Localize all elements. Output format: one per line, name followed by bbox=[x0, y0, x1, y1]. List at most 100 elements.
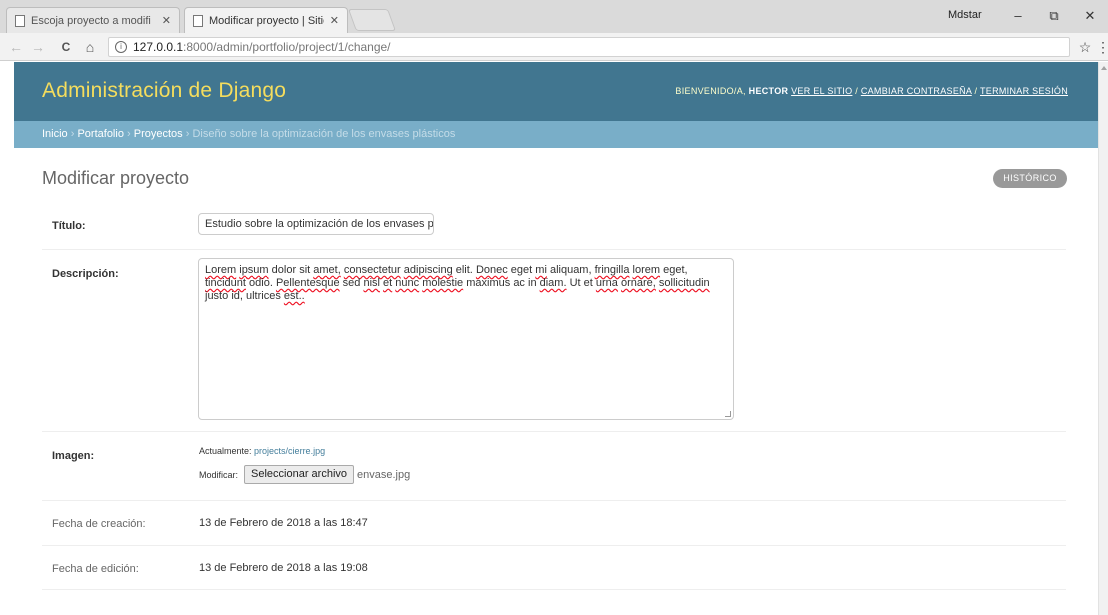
description-word: eget bbox=[510, 264, 533, 276]
description-word: aliquam, bbox=[549, 264, 592, 276]
description-word: ipsum bbox=[239, 264, 269, 276]
browser-tab-change-project[interactable]: Modificar proyecto | Sitio ✕ bbox=[184, 7, 348, 33]
close-window-button[interactable]: ✕ bbox=[1072, 5, 1108, 27]
image-change: Modificar: Seleccionar archivo envase.jp… bbox=[199, 465, 410, 484]
description-word: odio. bbox=[249, 277, 273, 289]
description-word: diam. bbox=[539, 277, 567, 289]
page-icon bbox=[193, 14, 203, 27]
image-change-label: Modificar: bbox=[199, 469, 239, 480]
history-button[interactable]: HISTÓRICO bbox=[993, 169, 1067, 188]
site-branding[interactable]: Administración de Django bbox=[42, 79, 286, 103]
change-password-link[interactable]: Cambiar contraseña bbox=[861, 86, 972, 96]
close-tab-icon[interactable]: ✕ bbox=[162, 14, 171, 27]
image-label: Imagen: bbox=[52, 450, 95, 462]
new-tab-button[interactable] bbox=[347, 9, 397, 31]
description-word: tincidunt bbox=[205, 277, 246, 289]
description-word: nisl bbox=[363, 277, 380, 289]
description-word: sed bbox=[342, 277, 361, 289]
info-icon[interactable]: i bbox=[115, 41, 127, 53]
view-site-link[interactable]: Ver el sitio bbox=[791, 86, 852, 96]
breadcrumb-home[interactable]: Inicio bbox=[42, 128, 68, 140]
breadcrumb-current: Diseño sobre la optimización de los enva… bbox=[192, 128, 456, 140]
url-path: :8000/admin/portfolio/project/1/change/ bbox=[183, 40, 391, 54]
browser-profile-name[interactable]: Mdstar bbox=[948, 9, 982, 21]
page-title: Modificar proyecto bbox=[42, 168, 190, 188]
scroll-up-icon[interactable] bbox=[1101, 64, 1107, 70]
description-word: lorem bbox=[632, 264, 661, 276]
title-input[interactable]: Estudio sobre la optimización de los env… bbox=[198, 213, 434, 235]
reload-button[interactable]: C bbox=[56, 37, 76, 57]
description-word: et bbox=[583, 277, 593, 289]
description-word: Pellentesque bbox=[275, 277, 340, 289]
description-word: ultrices bbox=[246, 290, 281, 302]
image-current-link[interactable]: projects/cierre.jpg bbox=[254, 446, 325, 456]
close-tab-icon[interactable]: ✕ bbox=[330, 14, 339, 27]
updated-value: 13 de Febrero de 2018 a las 19:08 bbox=[199, 562, 368, 574]
tab-label: Escoja proyecto a modifi bbox=[31, 14, 151, 27]
minimize-button[interactable]: – bbox=[1000, 5, 1036, 27]
resize-handle-icon[interactable] bbox=[725, 411, 731, 417]
bookmark-star-icon[interactable]: ☆ bbox=[1076, 37, 1094, 57]
description-label: Descripción: bbox=[52, 268, 119, 280]
username: HECTOR bbox=[748, 86, 789, 96]
breadcrumb: Inicio › Portafolio › Proyectos › Diseño… bbox=[14, 121, 1098, 148]
description-textarea[interactable]: Lorem ipsum dolor sit amet, consectetur … bbox=[198, 258, 734, 420]
description-word: ornare, bbox=[621, 277, 656, 289]
admin-header: Administración de Django Bienvenido/a, H… bbox=[14, 62, 1098, 121]
description-word: dolor bbox=[271, 264, 297, 276]
description-word: ac bbox=[513, 277, 525, 289]
back-button[interactable]: ← bbox=[6, 37, 26, 57]
tab-label: Modificar proyecto | Sitio bbox=[209, 14, 324, 27]
address-bar[interactable]: i 127.0.0.1 :8000/admin/portfolio/projec… bbox=[108, 37, 1070, 57]
breadcrumb-separator: › bbox=[123, 128, 134, 140]
logout-link[interactable]: Terminar sesión bbox=[980, 86, 1068, 96]
description-word: maximus bbox=[466, 277, 511, 289]
form-row-description: Descripción: Lorem ipsum dolor sit amet,… bbox=[42, 250, 1066, 432]
separator: / bbox=[971, 86, 980, 96]
browser-menu-icon[interactable]: ⋮ bbox=[1096, 37, 1108, 57]
description-word: justo bbox=[205, 290, 229, 302]
maximize-button[interactable]: ⧉ bbox=[1036, 5, 1072, 27]
title-label: Título: bbox=[52, 220, 86, 232]
page-scrollbar[interactable] bbox=[1098, 62, 1108, 615]
form-row-updated: Fecha de edición: 13 de Febrero de 2018 … bbox=[42, 546, 1066, 590]
breadcrumb-separator: › bbox=[67, 128, 78, 140]
url-host: 127.0.0.1 bbox=[133, 40, 184, 54]
description-word: consectetur bbox=[343, 264, 401, 276]
updated-label: Fecha de edición: bbox=[52, 563, 139, 575]
form-row-title: Título: Estudio sobre la optimización de… bbox=[42, 204, 1066, 250]
description-word: et bbox=[383, 277, 393, 289]
description-word: in bbox=[528, 277, 537, 289]
browser-toolbar: ← → C ⌂ i 127.0.0.1 :8000/admin/portfoli… bbox=[0, 33, 1108, 61]
forward-button[interactable]: → bbox=[28, 37, 48, 57]
form-row-image: Imagen: Actualmente: projects/cierre.jpg… bbox=[42, 432, 1066, 501]
description-word: est.. bbox=[283, 290, 305, 302]
description-word: nunc bbox=[395, 277, 420, 289]
description-word: Ut bbox=[569, 277, 581, 289]
description-word: Donec bbox=[475, 264, 508, 276]
breadcrumb-portfolio[interactable]: Portafolio bbox=[77, 128, 123, 140]
description-word: sit bbox=[299, 264, 311, 276]
breadcrumb-projects[interactable]: Proyectos bbox=[134, 128, 183, 140]
image-current: Actualmente: projects/cierre.jpg bbox=[199, 446, 325, 456]
breadcrumb-separator: › bbox=[182, 128, 193, 140]
choose-file-button[interactable]: Seleccionar archivo bbox=[244, 465, 355, 484]
description-word: id, bbox=[231, 290, 243, 302]
description-word: amet, bbox=[313, 264, 341, 276]
description-word: mi bbox=[535, 264, 547, 276]
separator: / bbox=[852, 86, 861, 96]
description-word: fringilla bbox=[594, 264, 630, 276]
description-word: adipiscing bbox=[403, 264, 453, 276]
description-word: molestie bbox=[422, 277, 464, 289]
home-button[interactable]: ⌂ bbox=[80, 37, 100, 57]
description-word: elit. bbox=[455, 264, 473, 276]
description-word: eget, bbox=[663, 264, 688, 276]
browser-tab-project-list[interactable]: Escoja proyecto a modifi ✕ bbox=[6, 7, 180, 33]
description-word: urna bbox=[595, 277, 618, 289]
created-label: Fecha de creación: bbox=[52, 518, 146, 530]
welcome-text: Bienvenido/a, bbox=[675, 86, 746, 96]
description-word: Lorem bbox=[205, 264, 237, 276]
form-row-created: Fecha de creación: 13 de Febrero de 2018… bbox=[42, 501, 1066, 546]
page-icon bbox=[15, 14, 25, 27]
created-value: 13 de Febrero de 2018 a las 18:47 bbox=[199, 517, 368, 529]
